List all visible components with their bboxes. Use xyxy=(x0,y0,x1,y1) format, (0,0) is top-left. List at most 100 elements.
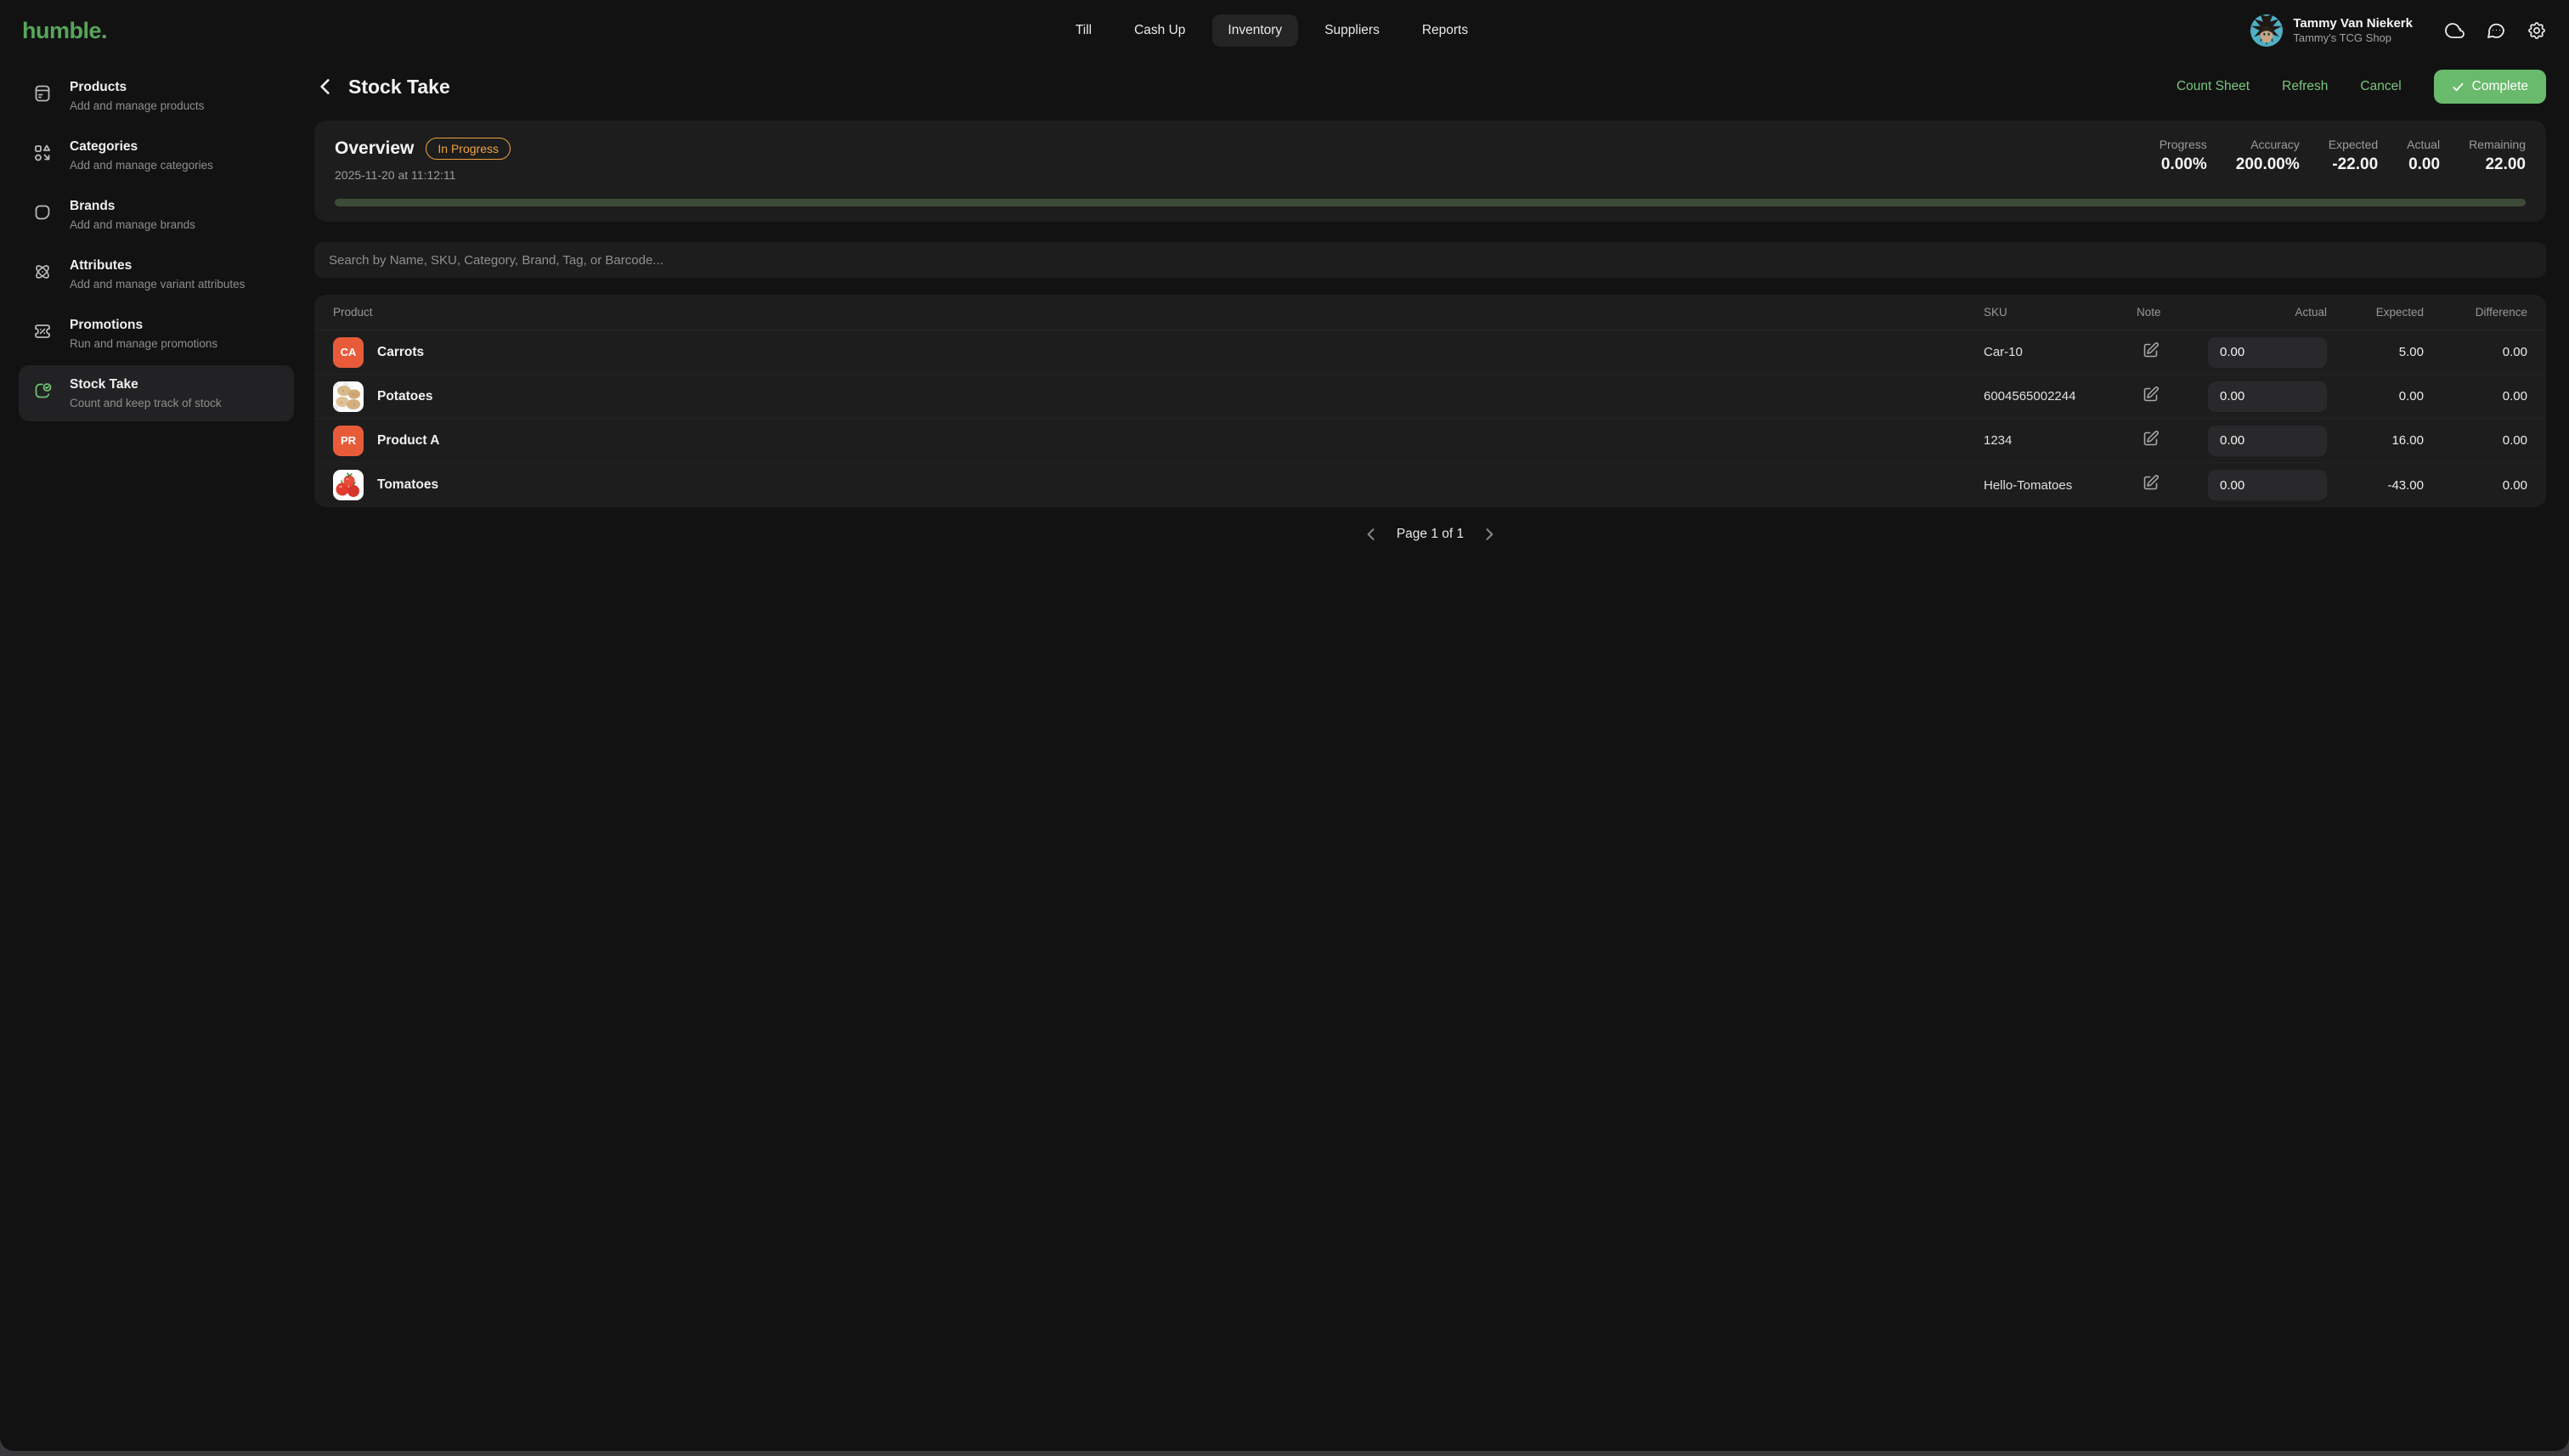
note-cell xyxy=(2137,386,2199,408)
back-button[interactable] xyxy=(314,76,336,98)
pagination: Page 1 of 1 xyxy=(314,526,2546,543)
user-name: Tammy Van Niekerk xyxy=(2293,16,2413,32)
stock-take-table: ProductSKUNoteActualExpectedDifference C… xyxy=(314,295,2546,507)
sidebar-item-desc: Add and manage variant attributes xyxy=(70,278,245,291)
categories-icon xyxy=(32,143,53,163)
user-info: Tammy Van Niekerk Tammy's TCG Shop xyxy=(2293,16,2413,46)
user-menu[interactable]: Tammy Van Niekerk Tammy's TCG Shop xyxy=(2250,14,2413,47)
settings-gear-icon[interactable] xyxy=(2527,20,2547,41)
complete-button[interactable]: Complete xyxy=(2434,70,2546,104)
sidebar-item-title: Stock Take xyxy=(70,377,222,392)
avatar-image xyxy=(2250,14,2283,47)
status-badge: In Progress xyxy=(426,138,511,160)
sidebar-item-title: Promotions xyxy=(70,318,217,333)
sidebar-item-desc: Count and keep track of stock xyxy=(70,397,222,409)
product-name: Carrots xyxy=(377,345,424,360)
stat-actual: Actual0.00 xyxy=(2407,138,2440,174)
main-nav: Till Cash Up Inventory Suppliers Reports xyxy=(1059,14,1484,47)
note-edit-icon[interactable] xyxy=(2142,341,2160,359)
product-cell: CACarrots xyxy=(333,337,1984,368)
sidebar-item-promotions[interactable]: PromotionsRun and manage promotions xyxy=(19,306,294,362)
table-row: CACarrotsCar-105.000.00 xyxy=(314,330,2546,375)
note-edit-icon[interactable] xyxy=(2142,386,2160,404)
sidebar-item-categories[interactable]: Categories Add and manage categories xyxy=(19,127,294,183)
actual-count-input[interactable] xyxy=(2208,337,2327,368)
sidebar-item-text: Categories Add and manage categories xyxy=(70,139,213,172)
refresh-link[interactable]: Refresh xyxy=(2282,79,2328,94)
count-sheet-link[interactable]: Count Sheet xyxy=(2177,79,2250,94)
note-edit-icon[interactable] xyxy=(2142,430,2160,448)
nav-tab-cash-up[interactable]: Cash Up xyxy=(1118,14,1201,47)
product-cell: PR Product A xyxy=(333,426,1984,456)
sidebar-item-stock-take[interactable]: Stock Take Count and keep track of stock xyxy=(19,365,294,421)
table-body: CACarrotsCar-10 5.00 0.00 Potatoes600456500… xyxy=(314,330,2546,507)
note-edit-icon[interactable] xyxy=(2142,474,2160,492)
sidebar: ProductsAdd and manage products Categorie… xyxy=(0,61,313,432)
sku-cell: Car-10 xyxy=(1984,345,2137,359)
column-header-sku: SKU xyxy=(1984,306,2137,319)
page-header: Stock Take Count Sheet Refresh Cancel Co… xyxy=(314,65,2546,109)
actual-cell xyxy=(2199,381,2327,412)
difference-cell: 0.00 xyxy=(2424,433,2527,448)
sidebar-item-desc: Add and manage categories xyxy=(70,159,213,172)
nav-tab-suppliers[interactable]: Suppliers xyxy=(1308,14,1396,47)
sidebar-item-title: Attributes xyxy=(70,258,245,274)
stat-value: 200.00% xyxy=(2236,155,2300,174)
product-name: Product A xyxy=(377,433,439,449)
product-avatar-image xyxy=(333,470,364,500)
actual-count-input[interactable] xyxy=(2208,381,2327,412)
cancel-link[interactable]: Cancel xyxy=(2360,79,2401,94)
stat-remaining: Remaining22.00 xyxy=(2469,138,2526,174)
note-cell xyxy=(2137,430,2199,452)
top-bar: humble. TillCash UpInventorySuppliersRep… xyxy=(0,0,2569,61)
prev-page-button[interactable] xyxy=(1363,526,1380,543)
nav-tab-reports[interactable]: Reports xyxy=(1406,14,1484,47)
nav-tab-till[interactable]: Till xyxy=(1059,14,1108,47)
cloud-sync-icon[interactable] xyxy=(2445,20,2465,41)
avatar[interactable] xyxy=(2250,14,2283,47)
sidebar-item-text: Stock Take Count and keep track of stock xyxy=(70,377,222,409)
stat-value: 0.00 xyxy=(2407,155,2440,174)
sidebar-item-text: Attributes Add and manage variant attribu… xyxy=(70,258,245,291)
next-page-button[interactable] xyxy=(1481,526,1498,543)
chat-icon[interactable] xyxy=(2486,20,2506,41)
stat-label: Accuracy xyxy=(2236,138,2300,151)
sidebar-item-title: Products xyxy=(70,80,204,95)
column-header-actual: Actual xyxy=(2199,306,2327,319)
products-icon xyxy=(32,83,53,104)
overview-card: Overview In Progress 2025-11-20 at 11:12… xyxy=(314,121,2546,222)
overview-title: Overview xyxy=(335,138,414,159)
difference-cell: 0.00 xyxy=(2424,389,2527,404)
actual-count-input[interactable] xyxy=(2208,470,2327,500)
sku-cell: 1234 xyxy=(1984,433,2137,448)
column-header-expected: Expected xyxy=(2327,306,2424,319)
top-right-cluster: Tammy Van Niekerk Tammy's TCG Shop xyxy=(2250,14,2547,47)
actual-cell xyxy=(2199,426,2327,456)
main-content: Stock Take Count Sheet Refresh Cancel Co… xyxy=(314,61,2546,543)
sidebar-item-title: Categories xyxy=(70,139,213,155)
product-avatar-initials: PR xyxy=(333,426,364,456)
product-cell: Tomatoes xyxy=(333,470,1984,500)
actual-cell xyxy=(2199,470,2327,500)
actual-cell xyxy=(2199,337,2327,368)
product-cell: Potatoes xyxy=(333,381,1984,412)
page-actions: Count Sheet Refresh Cancel Complete xyxy=(2177,70,2546,104)
sku-cell: 6004565002244 xyxy=(1984,389,2137,404)
sidebar-item-text: BrandsAdd and manage brands xyxy=(70,199,195,231)
column-header-difference: Difference xyxy=(2424,306,2527,319)
table-header: ProductSKUNoteActualExpectedDifference xyxy=(314,295,2546,330)
product-avatar-image xyxy=(333,381,364,412)
promotions-icon xyxy=(32,321,53,341)
expected-cell: 5.00 xyxy=(2327,345,2424,359)
attributes-icon xyxy=(32,262,53,282)
actual-count-input[interactable] xyxy=(2208,426,2327,456)
stat-accuracy: Accuracy 200.00% xyxy=(2236,138,2300,174)
search-input[interactable] xyxy=(314,242,2546,278)
sidebar-item-products[interactable]: ProductsAdd and manage products xyxy=(19,68,294,124)
difference-cell: 0.00 xyxy=(2424,478,2527,493)
sidebar-item-brands[interactable]: BrandsAdd and manage brands xyxy=(19,187,294,243)
sidebar-item-attributes[interactable]: Attributes Add and manage variant attribu… xyxy=(19,246,294,302)
nav-tab-inventory[interactable]: Inventory xyxy=(1211,14,1298,47)
expected-cell: 16.00 xyxy=(2327,433,2424,448)
stat-label: Expected xyxy=(2329,138,2378,151)
